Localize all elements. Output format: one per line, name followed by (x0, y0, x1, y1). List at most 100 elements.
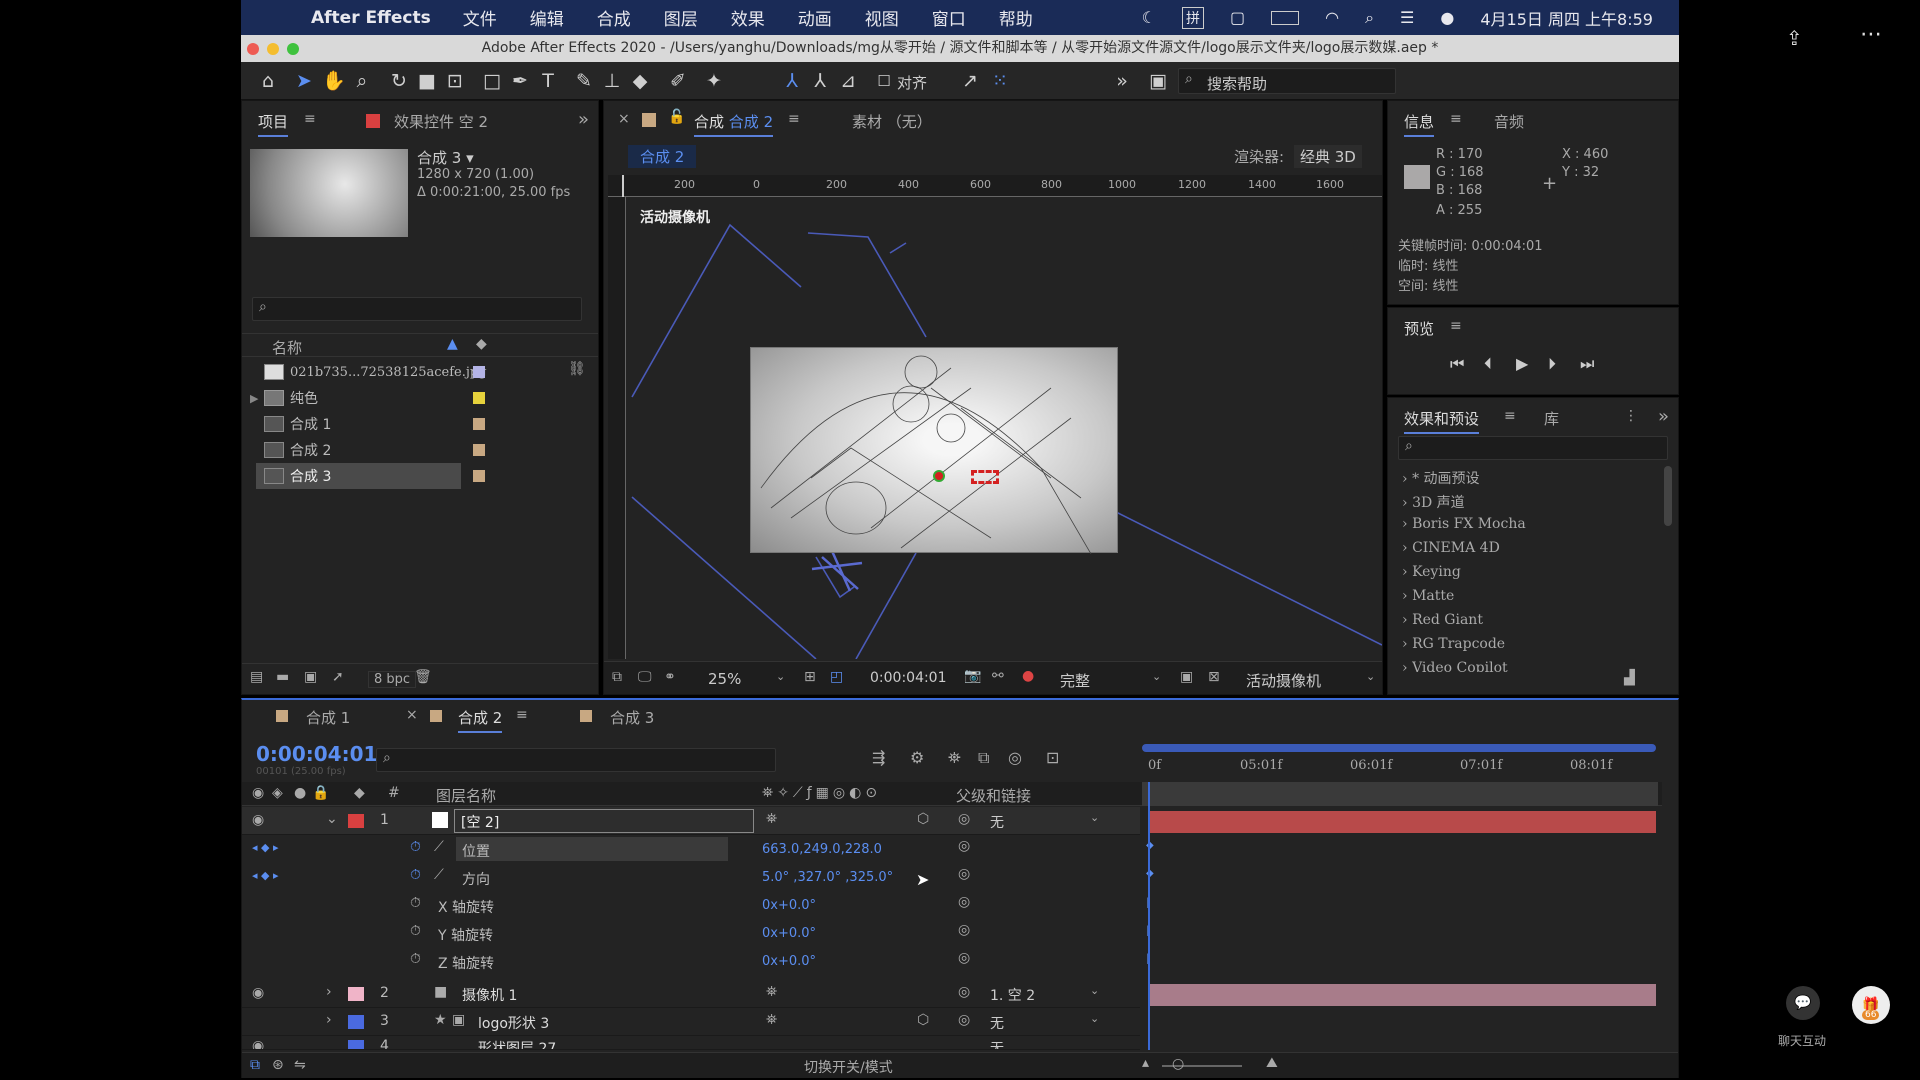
prop-position-value[interactable]: 663.0,249.0,228.0 (762, 842, 882, 857)
zoom-window-button[interactable] (287, 43, 299, 55)
chevron-down-icon[interactable]: ⌄ (1090, 984, 1099, 997)
menu-effect[interactable]: 效果 (731, 5, 765, 30)
sort-icon[interactable]: ▲ (447, 336, 458, 352)
view-select[interactable]: 活动摄像机 (1246, 670, 1321, 691)
frame-blending-icon[interactable]: ⧉ (978, 748, 989, 768)
shy-layers-icon[interactable]: ⛯ (948, 748, 961, 768)
panel-menu-icon[interactable]: ≡ (304, 111, 316, 127)
motion-blur-icon[interactable]: ◎ (1008, 748, 1022, 767)
menu-composition[interactable]: 合成 (597, 5, 631, 30)
rectangle-tool-icon[interactable]: □ (479, 68, 505, 94)
prop-y-rotation-value[interactable]: 0x+0.0° (762, 926, 816, 941)
menu-help[interactable]: 帮助 (999, 5, 1033, 30)
next-frame-icon[interactable]: ⏵ (1548, 354, 1556, 374)
panel-menu-icon[interactable]: ≡ (1450, 318, 1462, 334)
menu-layer[interactable]: 图层 (664, 5, 698, 30)
project-item[interactable]: 合成 2 (256, 437, 586, 463)
close-tab-icon[interactable]: × (618, 111, 630, 127)
effect-category[interactable]: › CINEMA 4D (1402, 540, 1500, 556)
render-queue-icon[interactable]: ➚ (332, 669, 344, 685)
shy-switch-icon[interactable]: ⛯ (766, 984, 777, 1000)
stopwatch-icon[interactable]: ⏱ (410, 839, 421, 855)
tab-project[interactable]: 项目 (258, 111, 289, 137)
label-swatch[interactable] (473, 418, 485, 430)
pick-whip-icon[interactable]: ◎ (958, 1012, 970, 1028)
chevron-right-icon[interactable]: › (326, 984, 332, 1000)
snap-grid-icon[interactable]: ⁙ (987, 68, 1013, 94)
layer-row[interactable]: › 3 ★ ▣ logo形状 3 ⛯ ⬡ ◎ 无 ⌄ (242, 1008, 1140, 1036)
snapshot-icon[interactable]: 📷 (964, 668, 981, 684)
search-help-input[interactable]: ⌕ 搜索帮助 (1178, 68, 1396, 94)
label-tag-icon[interactable]: ◆ (354, 785, 365, 801)
delete-icon[interactable]: 🗑 (414, 669, 432, 685)
expand-toolbar-icon[interactable]: » (1109, 68, 1135, 94)
mask-visibility-icon[interactable]: ⚭ (664, 669, 676, 685)
pick-whip-icon[interactable]: ◎ (958, 950, 970, 966)
menu-edit[interactable]: 编辑 (530, 5, 564, 30)
current-time-indicator[interactable] (1148, 782, 1150, 1050)
display-icon[interactable]: ▢ (1230, 8, 1245, 27)
layer-switches-icon[interactable]: ⧉ (250, 1057, 260, 1073)
chevron-down-icon[interactable]: ⌄ (776, 670, 785, 683)
effect-category[interactable]: › 3D 声道 (1402, 492, 1465, 512)
comp-frame[interactable] (750, 347, 1118, 555)
parent-select[interactable]: 无 (990, 1013, 1004, 1033)
bpc-button[interactable]: 8 bpc (368, 671, 417, 688)
project-search-input[interactable]: ⌕ (252, 297, 582, 321)
camera-tool-icon[interactable]: ■ (414, 68, 440, 94)
time-ruler[interactable]: 0f 05:01f 06:01f 07:01f 08:01f (1142, 744, 1662, 780)
comp-breadcrumb-button[interactable]: 合成 2 (628, 145, 697, 168)
panel-options-icon[interactable]: ⋮ (1624, 408, 1638, 424)
zoom-tool-icon[interactable]: ⌕ (349, 68, 375, 94)
stopwatch-icon[interactable]: ⏱ (410, 867, 421, 883)
audio-icon[interactable]: ◈ (272, 785, 283, 801)
tab-effects-presets[interactable]: 效果和预设 (1404, 408, 1480, 434)
label-swatch[interactable] (473, 470, 485, 482)
project-item-selected[interactable]: 合成 3 (256, 463, 461, 489)
chevron-down-icon[interactable]: ⌄ (1090, 1012, 1099, 1025)
monitor-icon[interactable]: 🖵 (638, 669, 652, 685)
type-tool-icon[interactable]: T (535, 68, 561, 94)
parent-select[interactable]: 1. 空 2 (990, 985, 1035, 1005)
prop-x-rotation-value[interactable]: 0x+0.0° (762, 898, 816, 913)
panel-menu-icon[interactable]: ≡ (516, 707, 528, 723)
panel-menu-icon[interactable]: ≡ (1450, 111, 1462, 127)
comp-mini-flowchart-icon[interactable]: ⇶ (872, 748, 885, 767)
3d-layer-icon[interactable]: ⬡ (917, 1012, 929, 1028)
panel-expand-icon[interactable]: » (578, 109, 589, 130)
in-out-icon[interactable]: ⇋ (294, 1057, 306, 1073)
workspace-icon[interactable]: ▣ (1145, 68, 1171, 94)
disclosure-icon[interactable]: ▶ (250, 392, 258, 405)
new-folder-icon[interactable]: ▬ (276, 669, 289, 685)
snap-checkbox-icon[interactable]: ☐ (871, 68, 897, 94)
view-axis-icon[interactable]: ⊿ (835, 68, 861, 94)
graph-editor-icon[interactable]: ⊡ (1046, 748, 1059, 767)
eye-icon[interactable]: ◉ (252, 812, 264, 828)
close-tab-icon[interactable]: × (406, 707, 418, 723)
puppet-tool-icon[interactable]: ✦ (701, 68, 727, 94)
pick-whip-icon[interactable]: ◎ (958, 866, 970, 882)
solo-icon[interactable]: ● (294, 785, 306, 801)
viewer-canvas[interactable]: 活动摄像机 (626, 197, 1382, 659)
project-item[interactable]: 合成 1 (256, 411, 586, 437)
stopwatch-icon[interactable]: ⏱ (410, 923, 421, 939)
roto-brush-tool-icon[interactable]: ✐ (665, 68, 691, 94)
shy-switch-icon[interactable]: ⛯ (766, 811, 777, 827)
keyframe-nav-icon[interactable]: ◂ ◆ ▸ (252, 841, 279, 854)
parent-header[interactable]: 父级和链接 (956, 785, 1031, 806)
effect-category[interactable]: › RG Trapcode (1402, 636, 1505, 652)
interpret-footage-icon[interactable]: ▤ (250, 669, 263, 685)
hand-tool-icon[interactable]: ✋ (321, 68, 347, 94)
label-swatch[interactable] (348, 1040, 364, 1049)
tab-library[interactable]: 库 (1544, 408, 1559, 429)
more-options-icon[interactable]: ⋯ (1860, 22, 1882, 47)
clone-stamp-tool-icon[interactable]: ⊥ (599, 68, 625, 94)
transfer-controls-icon[interactable]: ⊛ (272, 1057, 284, 1073)
panel-menu-icon[interactable]: ≡ (1504, 408, 1516, 424)
region-of-interest-icon[interactable]: ▣ (1180, 669, 1193, 685)
chat-label[interactable]: 聊天互动 (1778, 1032, 1826, 1049)
quality-select[interactable]: 完整 (1060, 670, 1090, 691)
pen-tool-icon[interactable]: ✒ (507, 68, 533, 94)
viewer-timecode[interactable]: 0:00:04:01 (870, 670, 947, 686)
comp-name[interactable]: 合成 3 ▾ (417, 147, 474, 168)
